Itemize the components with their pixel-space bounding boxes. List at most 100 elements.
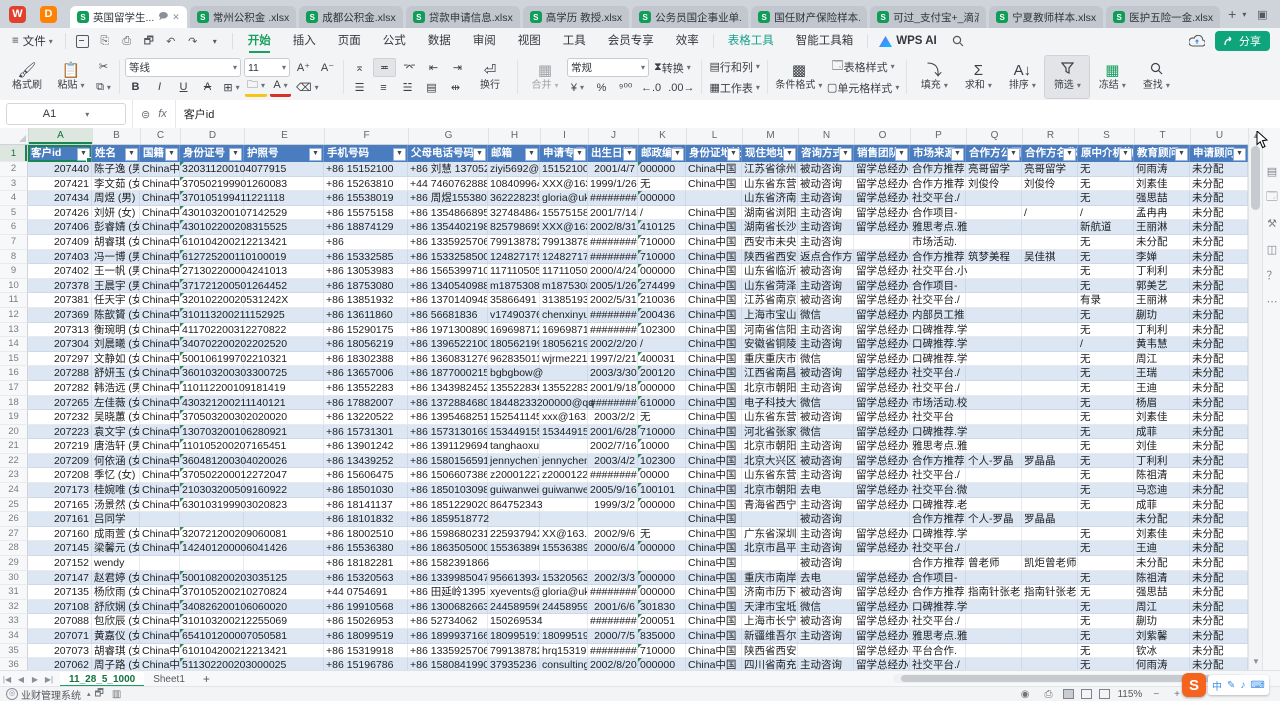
cell[interactable]: 未分配: [1190, 541, 1248, 556]
cell[interactable]: China中国: [140, 468, 180, 483]
cell[interactable]: 200051: [638, 614, 686, 629]
cell[interactable]: [540, 512, 588, 527]
cell[interactable]: /: [638, 206, 686, 221]
cell[interactable]: 北京市昌平: [742, 541, 798, 556]
cell[interactable]: 山东省东营: [742, 468, 798, 483]
cell[interactable]: 社交平台./: [910, 658, 966, 670]
cell[interactable]: 留学总经办: [854, 293, 910, 308]
cell[interactable]: 无: [1078, 498, 1134, 513]
cell[interactable]: +86 1580156591: [408, 454, 488, 469]
cell[interactable]: 320721200209060081: [180, 527, 244, 542]
cell[interactable]: 无: [638, 527, 686, 542]
cell[interactable]: [1022, 658, 1078, 670]
cell[interactable]: 000000: [638, 162, 686, 177]
filter-dropdown-icon[interactable]: ▼: [1007, 148, 1020, 161]
cell[interactable]: 117110505: [540, 264, 588, 279]
cell[interactable]: 207147: [28, 571, 92, 586]
cell[interactable]: 指南针张老: [1022, 585, 1078, 600]
cell[interactable]: [1022, 498, 1078, 513]
menu-tab-效率[interactable]: 效率: [665, 29, 710, 54]
new-document-tab-button[interactable]: +: [1228, 5, 1236, 23]
sheet-tab[interactable]: Sheet1: [144, 672, 194, 687]
column-header[interactable]: 市场来源▼: [910, 145, 966, 162]
cell[interactable]: 未分配: [1190, 220, 1248, 235]
cell[interactable]: 180562199: [488, 337, 540, 352]
cell[interactable]: 362228235: [488, 191, 540, 206]
cell[interactable]: 主动咨询: [798, 279, 854, 294]
cell[interactable]: China中国: [686, 337, 742, 352]
sidebar-panel-icon[interactable]: ▤: [1263, 158, 1280, 184]
cell[interactable]: 强思喆: [1134, 191, 1190, 206]
cell[interactable]: m1875308t: [488, 279, 540, 294]
share-button[interactable]: 分享: [1215, 31, 1270, 51]
cell[interactable]: 社交平台.微: [910, 483, 966, 498]
cell[interactable]: +86 1300682663: [408, 600, 488, 615]
cell[interactable]: [1078, 512, 1134, 527]
cell[interactable]: +86 1506607386: [408, 468, 488, 483]
cell[interactable]: 何雨涛: [1134, 162, 1190, 177]
cell[interactable]: 山东省东营: [742, 177, 798, 192]
cell[interactable]: 黄嘉仪 (女: [92, 629, 140, 644]
cell[interactable]: 无: [1078, 468, 1134, 483]
sum-button[interactable]: Σ 求和▾: [956, 56, 1000, 98]
ime-mode-chinese[interactable]: 中: [1212, 678, 1222, 693]
cell[interactable]: China中国: [686, 366, 742, 381]
cell[interactable]: [966, 381, 1022, 396]
cell[interactable]: 207232: [28, 410, 92, 425]
cell[interactable]: 2003/2/2: [588, 410, 638, 425]
quick-access-chevron-icon[interactable]: ▾: [206, 33, 224, 49]
cell[interactable]: 留学总经办: [854, 468, 910, 483]
cell[interactable]: 主动咨询: [798, 498, 854, 513]
cell[interactable]: 李婵: [1134, 250, 1190, 265]
cell[interactable]: 360103200303300725: [180, 366, 244, 381]
cell[interactable]: 340826200106060020: [180, 600, 244, 615]
cell[interactable]: 无: [1078, 323, 1134, 338]
format-painter-button[interactable]: 🖌 格式刷: [5, 56, 49, 98]
cell[interactable]: 411702200312270822: [180, 323, 244, 338]
cell[interactable]: 未分配: [1190, 323, 1248, 338]
cell[interactable]: [638, 512, 686, 527]
cell[interactable]: XX@163.cc: [540, 527, 588, 542]
cell[interactable]: 重庆重庆市: [742, 352, 798, 367]
cell[interactable]: [966, 235, 1022, 250]
cell[interactable]: 杨欣雨 (女: [92, 585, 140, 600]
cell[interactable]: [180, 556, 244, 571]
cell[interactable]: 207073: [28, 644, 92, 659]
row-header[interactable]: 17: [0, 381, 28, 396]
cell[interactable]: 湖南省长沙: [742, 220, 798, 235]
cell[interactable]: 丁利利: [1134, 323, 1190, 338]
cell[interactable]: 151521001: [540, 162, 588, 177]
cell[interactable]: [854, 556, 910, 571]
menu-tab-插入[interactable]: 插入: [282, 29, 327, 54]
cell[interactable]: +86 18056219: [324, 337, 408, 352]
cell[interactable]: 彭睿婧 (女: [92, 220, 140, 235]
next-sheet-icon[interactable]: ▶: [28, 675, 42, 684]
column-letter[interactable]: K: [639, 128, 687, 144]
cell[interactable]: 内部员工推: [910, 308, 966, 323]
cell[interactable]: 207209: [28, 454, 92, 469]
redo-icon[interactable]: ↷: [184, 33, 202, 49]
cell[interactable]: 黄韦慧: [1134, 337, 1190, 352]
cell[interactable]: [966, 468, 1022, 483]
cell[interactable]: 青海省西宁: [742, 498, 798, 513]
cell[interactable]: 留学总经办: [854, 191, 910, 206]
cell[interactable]: +86 1582391866: [408, 556, 488, 571]
cell[interactable]: 207088: [28, 614, 92, 629]
cell[interactable]: [966, 410, 1022, 425]
cell[interactable]: [966, 264, 1022, 279]
column-letter[interactable]: E: [245, 128, 325, 144]
cell[interactable]: 口碑推荐.学: [910, 323, 966, 338]
cell[interactable]: 筑梦美程: [966, 250, 1022, 265]
row-header[interactable]: 5: [0, 206, 28, 221]
sidebar-tools-icon[interactable]: ⚒: [1263, 210, 1280, 236]
cell[interactable]: [244, 512, 324, 527]
cell[interactable]: [1022, 425, 1078, 440]
cell[interactable]: 新疆维吾尔: [742, 629, 798, 644]
cell[interactable]: 未分配: [1190, 337, 1248, 352]
cell[interactable]: 强思喆: [1134, 585, 1190, 600]
cell[interactable]: 未分配: [1190, 162, 1248, 177]
cell[interactable]: [180, 512, 244, 527]
cell[interactable]: 2005/1/26: [588, 279, 638, 294]
cell[interactable]: China中国: [686, 279, 742, 294]
cell[interactable]: 合作项目-: [910, 571, 966, 586]
